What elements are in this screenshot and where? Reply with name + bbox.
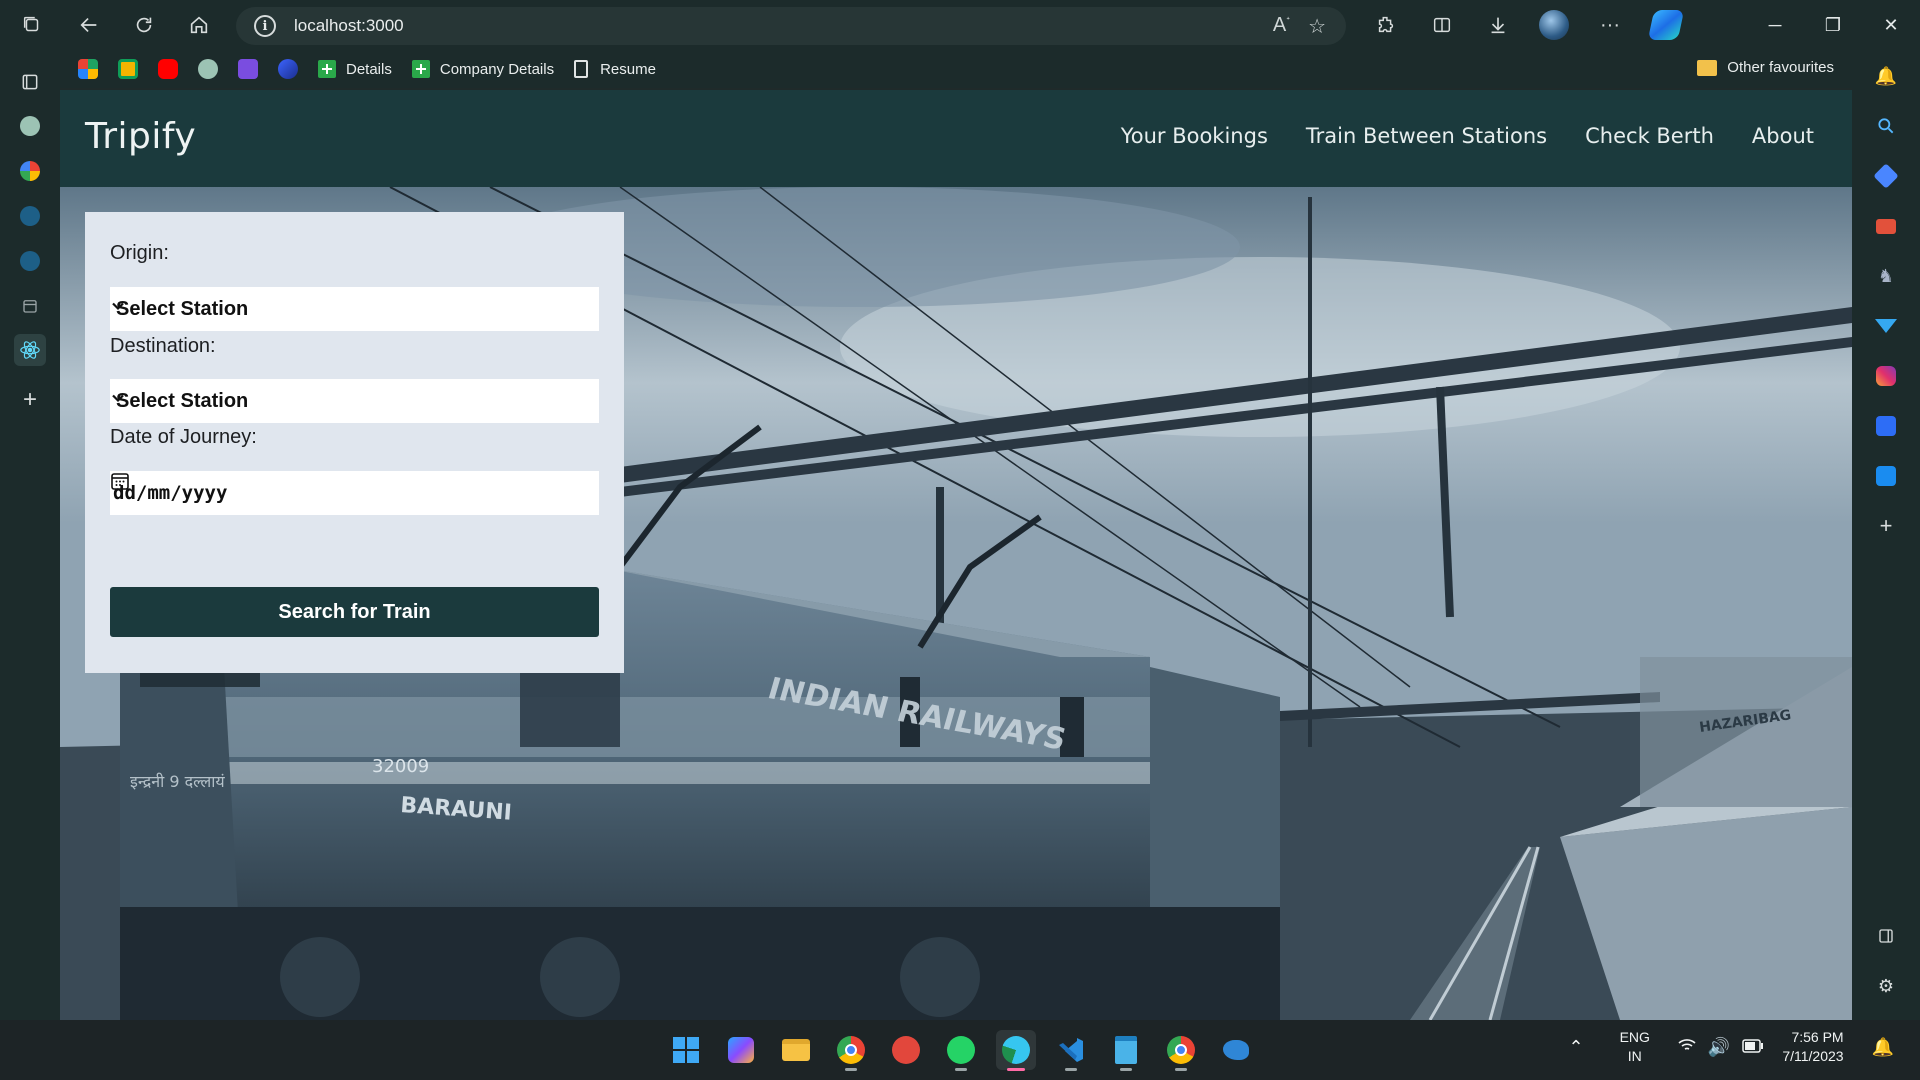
tab-codechef-2[interactable] bbox=[14, 245, 46, 277]
other-favourites[interactable]: Other favourites bbox=[1697, 59, 1834, 76]
document-icon bbox=[574, 60, 589, 78]
shopping-tag-icon[interactable] bbox=[1873, 163, 1899, 189]
copilot-preview-icon[interactable] bbox=[721, 1030, 761, 1070]
wifi-icon[interactable] bbox=[1678, 1037, 1696, 1058]
search-icon[interactable] bbox=[1874, 114, 1898, 138]
origin-label: Origin: bbox=[110, 242, 169, 264]
fav-resume[interactable]: Resume bbox=[574, 60, 656, 78]
language-indicator[interactable]: ENG IN bbox=[1620, 1028, 1650, 1066]
page-viewport: Tripify Your Bookings Train Between Stat… bbox=[60, 90, 1852, 1020]
favourite-star-icon[interactable]: ☆ bbox=[1308, 14, 1326, 39]
edge-browser-icon[interactable] bbox=[996, 1030, 1036, 1071]
restore-icon[interactable]: ❐ bbox=[1804, 0, 1862, 50]
instagram-icon[interactable] bbox=[1874, 364, 1898, 388]
bolt-app-icon[interactable] bbox=[238, 59, 258, 79]
start-menu-icon[interactable] bbox=[666, 1030, 706, 1070]
browser-title-bar: i localhost:3000 Aᐩ ☆ ··· ─ ❐ ✕ bbox=[0, 0, 1920, 50]
vertical-tab-strip: + bbox=[0, 50, 60, 1020]
destination-select[interactable]: Select Station bbox=[110, 379, 599, 423]
windows-taskbar: ⌃ ENG IN 🔊 7:56 PM 7/11/2023 🔔 bbox=[0, 1020, 1920, 1080]
destination-label: Destination: bbox=[110, 335, 216, 357]
tab-actions-icon[interactable] bbox=[14, 66, 46, 98]
tab-react-localhost[interactable] bbox=[14, 334, 46, 366]
calendar-icon[interactable] bbox=[110, 471, 130, 491]
train-search-form: Origin: Select Station Destination: Sele… bbox=[85, 212, 624, 673]
tab-calendar[interactable] bbox=[14, 290, 46, 322]
close-icon[interactable]: ✕ bbox=[1862, 0, 1920, 50]
read-aloud-icon[interactable]: Aᐩ bbox=[1273, 14, 1290, 39]
codeium-icon[interactable] bbox=[278, 59, 298, 79]
battery-icon[interactable] bbox=[1742, 1037, 1764, 1058]
copilot-icon[interactable] bbox=[1638, 5, 1694, 45]
nav-links: Your Bookings Train Between Stations Che… bbox=[1121, 124, 1814, 148]
notifications-bell-icon[interactable]: 🔔 bbox=[1872, 1037, 1894, 1058]
show-hidden-icons[interactable]: ⌃ bbox=[1568, 1037, 1583, 1058]
search-train-button[interactable]: Search for Train bbox=[110, 587, 599, 637]
file-explorer-icon[interactable] bbox=[776, 1030, 816, 1070]
fav-details[interactable]: Details bbox=[318, 60, 392, 78]
date-label: Date of Journey: bbox=[110, 426, 257, 448]
hide-sidebar-icon[interactable] bbox=[1874, 924, 1898, 948]
phone-app-icon[interactable] bbox=[1874, 464, 1898, 488]
folder-icon bbox=[1697, 59, 1718, 76]
workspaces-icon[interactable] bbox=[12, 5, 52, 45]
notepad-icon[interactable] bbox=[1106, 1030, 1146, 1071]
tab-google[interactable] bbox=[14, 155, 46, 187]
extensions-icon[interactable] bbox=[1358, 5, 1414, 45]
origin-select[interactable]: Select Station bbox=[110, 287, 599, 331]
settings-gear-icon[interactable]: ⚙ bbox=[1874, 974, 1898, 998]
url-text[interactable]: localhost:3000 bbox=[294, 16, 404, 36]
tab-codechef[interactable] bbox=[14, 200, 46, 232]
notification-bell-icon[interactable]: 🔔 bbox=[1874, 64, 1898, 88]
home-icon[interactable] bbox=[179, 5, 219, 45]
nav-your-bookings[interactable]: Your Bookings bbox=[1121, 124, 1268, 148]
journey-date-input[interactable]: dd/mm/yyyy bbox=[110, 471, 599, 515]
nav-check-berth[interactable]: Check Berth bbox=[1585, 124, 1714, 148]
clock[interactable]: 7:56 PM 7/11/2023 bbox=[1782, 1028, 1843, 1066]
nav-about[interactable]: About bbox=[1752, 124, 1814, 148]
brand-logo[interactable]: Tripify bbox=[85, 116, 196, 157]
loco-number: 32009 bbox=[372, 756, 429, 777]
classroom-icon[interactable] bbox=[118, 59, 138, 79]
vscode-icon[interactable] bbox=[1051, 1030, 1091, 1071]
nav-train-between-stations[interactable]: Train Between Stations bbox=[1306, 124, 1547, 148]
chevron-down-icon bbox=[112, 302, 124, 311]
site-navbar: Tripify Your Bookings Train Between Stat… bbox=[60, 90, 1852, 187]
youtube-icon[interactable] bbox=[158, 59, 178, 79]
add-sidebar-icon[interactable]: + bbox=[1874, 513, 1898, 538]
chevron-down-icon bbox=[112, 394, 124, 403]
tools-icon[interactable] bbox=[1874, 214, 1898, 238]
fav-company-details[interactable]: Company Details bbox=[411, 60, 554, 78]
loco-hindi-text: इन्द्रनी 9 दल्लायं bbox=[130, 772, 225, 791]
chrome-icon[interactable] bbox=[831, 1030, 871, 1071]
favourites-bar: Details Company Details Resume Other fav… bbox=[60, 50, 1852, 88]
more-menu-icon[interactable]: ··· bbox=[1582, 5, 1638, 45]
meet-icon[interactable] bbox=[78, 59, 98, 79]
chatgpt-icon[interactable] bbox=[198, 59, 218, 79]
split-screen-icon[interactable] bbox=[1414, 5, 1470, 45]
sheets-icon bbox=[411, 60, 430, 78]
back-icon[interactable] bbox=[69, 5, 109, 45]
tab-chatgpt[interactable] bbox=[14, 110, 46, 142]
address-bar[interactable]: i localhost:3000 Aᐩ ☆ bbox=[236, 7, 1346, 45]
telegram-icon[interactable] bbox=[1874, 314, 1898, 338]
app-dolphin-icon[interactable] bbox=[1216, 1030, 1256, 1070]
games-icon[interactable]: ♞ bbox=[1874, 264, 1898, 288]
git-client-icon[interactable] bbox=[886, 1030, 926, 1070]
hero-background-image: इन्द्रनी 9 दल्लायं 32009 BARAUNI INDIAN … bbox=[60, 187, 1852, 1020]
chrome-profile-icon[interactable] bbox=[1161, 1030, 1201, 1071]
downloads-icon[interactable] bbox=[1470, 5, 1526, 45]
minimize-icon[interactable]: ─ bbox=[1746, 0, 1804, 50]
refresh-icon[interactable] bbox=[124, 5, 164, 45]
profile-avatar[interactable] bbox=[1526, 5, 1582, 45]
edge-sidebar: 🔔 ♞ + ⚙ bbox=[1852, 50, 1920, 1020]
new-tab-icon[interactable]: + bbox=[14, 384, 46, 416]
app-icon[interactable] bbox=[1874, 414, 1898, 438]
whatsapp-icon[interactable] bbox=[941, 1030, 981, 1071]
system-tray: ⌃ ENG IN 🔊 7:56 PM 7/11/2023 🔔 bbox=[1562, 1028, 1900, 1066]
volume-icon[interactable]: 🔊 bbox=[1708, 1037, 1730, 1058]
sheets-icon bbox=[318, 60, 336, 78]
site-info-icon[interactable]: i bbox=[254, 15, 276, 37]
